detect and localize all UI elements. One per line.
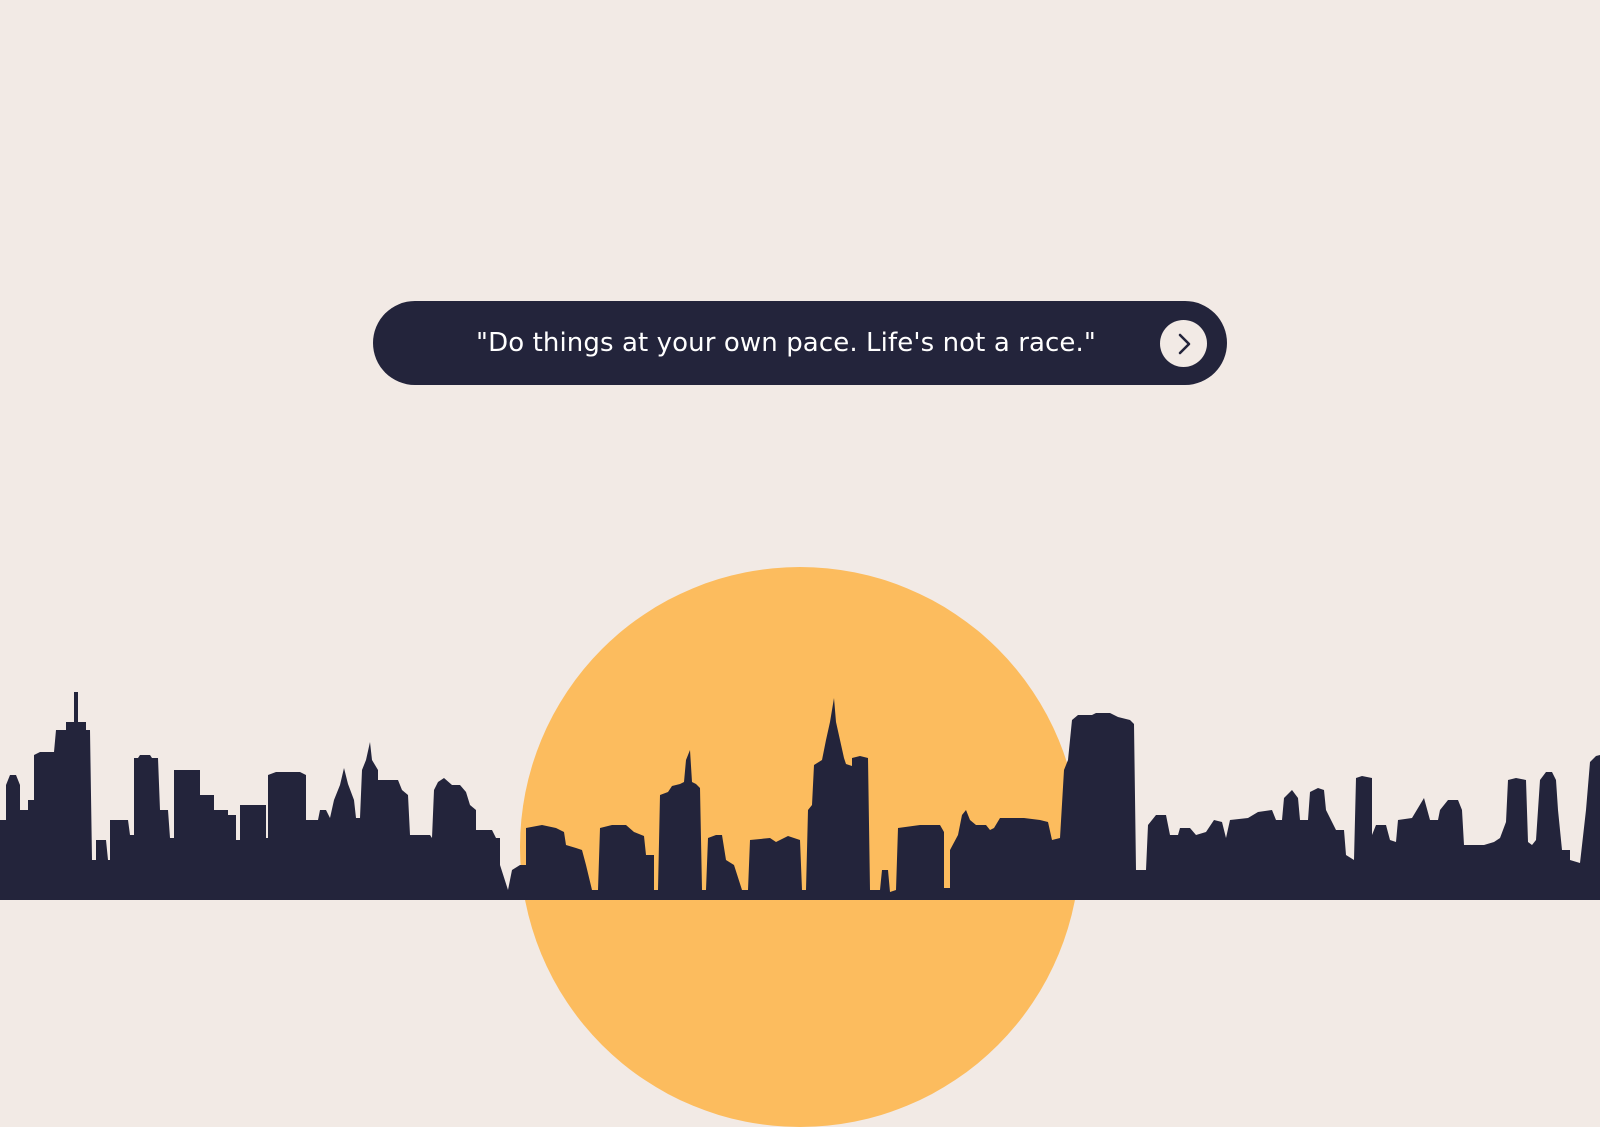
city-skyline-silhouette: [0, 692, 1600, 900]
chevron-right-icon: [1178, 333, 1190, 354]
next-button[interactable]: [1160, 320, 1207, 367]
quote-text: "Do things at your own pace. Life's not …: [476, 328, 1096, 358]
quote-banner: "Do things at your own pace. Life's not …: [373, 301, 1227, 385]
quote-slide: "Do things at your own pace. Life's not …: [0, 0, 1600, 1127]
